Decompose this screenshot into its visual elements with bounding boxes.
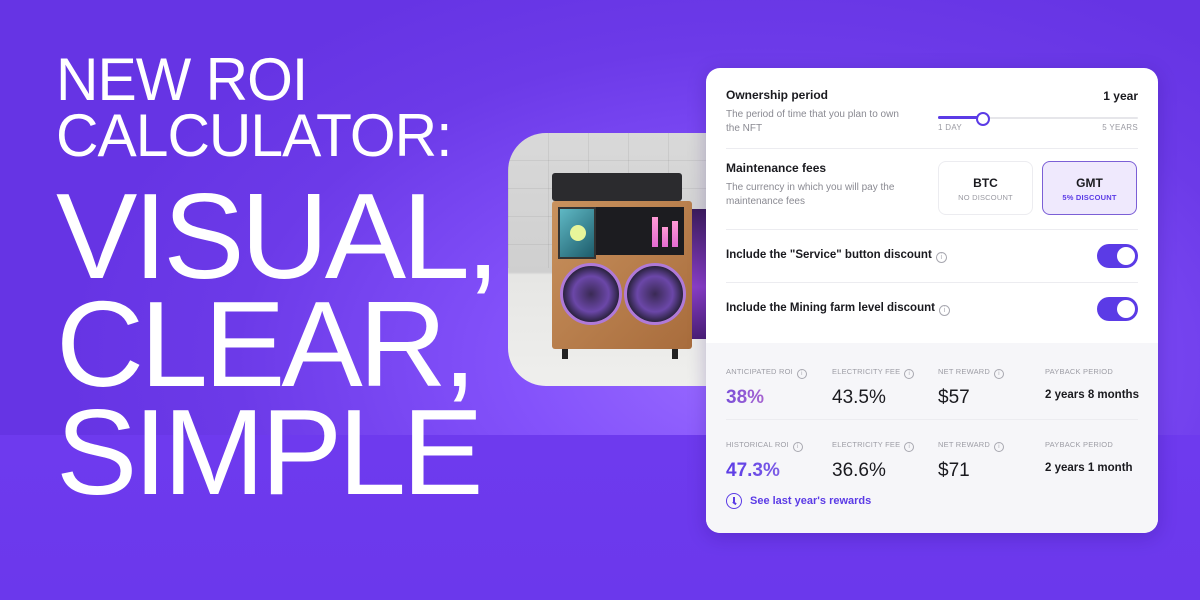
headline-line-3: VISUAL, [56,168,500,304]
anticipated-roi: ANTICIPATED ROI i 38% [726,367,807,409]
anticipated-payback-period: PAYBACK PERIOD 2 years 8 months [1045,367,1139,401]
stat-label: NET REWARD [938,367,991,376]
service-discount-label: Include the "Service" button discount [726,249,932,261]
mining-farm-discount-row: Include the Mining farm level discount i [726,296,1138,322]
ownership-description: The period of time that you plan to own … [726,109,899,134]
historical-net-reward-value: $71 [938,460,970,481]
anticipated-roi-value: 38% [726,387,807,409]
rig-screen [558,207,596,259]
rig-foot [562,349,568,359]
rig-panel [596,207,684,255]
info-icon[interactable]: i [904,442,915,452]
clock-icon [726,493,742,509]
anticipated-electricity-fee: ELECTRICITY FEE i 43.5% [832,367,915,409]
anticipated-electricity-fee-value: 43.5% [832,387,886,408]
historical-roi-value: 47.3% [726,460,803,482]
rig-led-bar [672,221,678,247]
historical-payback-period: PAYBACK PERIOD 2 years 1 month [1045,440,1133,474]
headline-line-2: CALCULATOR: [56,102,452,169]
headline: NEW ROI CALCULATOR: VISUAL, CLEAR, SIMPL… [56,46,500,520]
currency-option-btc[interactable]: BTC NO DISCOUNT [938,161,1033,215]
mining-rig-image [508,133,738,386]
stat-label: HISTORICAL ROI [726,440,789,449]
stat-label: ELECTRICITY FEE [832,367,901,376]
info-icon[interactable]: i [994,369,1005,379]
maintenance-description: The currency in which you will pay the m… [726,182,895,207]
see-last-year-rewards-link[interactable]: See last year's rewards [726,493,871,509]
rewards-link-label[interactable]: See last year's rewards [750,495,871,507]
headline-line-5: SIMPLE [56,384,483,520]
divider [726,419,1138,420]
service-discount-toggle[interactable] [1097,244,1138,268]
ownership-title: Ownership period [726,88,829,102]
info-icon[interactable]: i [938,305,950,316]
option-discount: 5% DISCOUNT [1062,193,1117,202]
fan-icon [624,263,686,325]
headline-line-4: CLEAR, [56,276,477,412]
toggle-knob [1117,300,1135,318]
historical-net-reward: NET REWARD i $71 [938,440,1005,482]
rig-led-bar [652,217,658,247]
stat-label: NET REWARD [938,440,991,449]
stat-label: PAYBACK PERIOD [1045,367,1113,376]
roi-calculator-card: Ownership period The period of time that… [706,68,1158,533]
historical-payback-value: 2 years 1 month [1045,462,1133,474]
stat-label: ELECTRICITY FEE [832,440,901,449]
option-name: BTC [973,176,998,190]
historical-roi: HISTORICAL ROI i 47.3% [726,440,803,482]
divider [726,282,1138,283]
stat-label: PAYBACK PERIOD [1045,440,1113,449]
divider [726,229,1138,230]
slider-max-label: 5 YEARS [1102,123,1138,132]
headline-line-1: NEW ROI [56,46,308,113]
sun-icon [570,225,586,241]
rig-foot [672,349,678,359]
info-icon[interactable]: i [904,369,915,379]
historical-electricity-fee-value: 36.6% [832,460,886,481]
info-icon[interactable]: i [994,442,1005,452]
anticipated-net-reward: NET REWARD i $57 [938,367,1005,409]
rig-case [552,201,692,349]
mining-farm-discount-toggle[interactable] [1097,297,1138,321]
info-icon[interactable]: i [935,252,947,263]
rig-top-unit [552,173,682,201]
info-icon[interactable]: i [796,369,807,379]
service-discount-row: Include the "Service" button discount i [726,243,1138,269]
stat-label: ANTICIPATED ROI [726,367,793,376]
slider-thumb[interactable] [976,112,990,126]
info-icon[interactable]: i [792,442,803,452]
toggle-knob [1117,247,1135,265]
historical-electricity-fee: ELECTRICITY FEE i 36.6% [832,440,915,482]
anticipated-payback-value: 2 years 8 months [1045,389,1139,401]
rig-led-bar [662,227,668,247]
divider [726,148,1138,149]
currency-option-gmt[interactable]: GMT 5% DISCOUNT [1042,161,1137,215]
option-name: GMT [1076,176,1103,190]
mining-farm-discount-label: Include the Mining farm level discount [726,302,935,314]
fan-icon [560,263,622,325]
ownership-value: 1 year [1103,89,1138,103]
slider-min-label: 1 DAY [938,123,963,132]
results-panel: ANTICIPATED ROI i 38% ELECTRICITY FEE i 43… [706,343,1158,533]
option-discount: NO DISCOUNT [958,193,1013,202]
anticipated-net-reward-value: $57 [938,387,970,408]
